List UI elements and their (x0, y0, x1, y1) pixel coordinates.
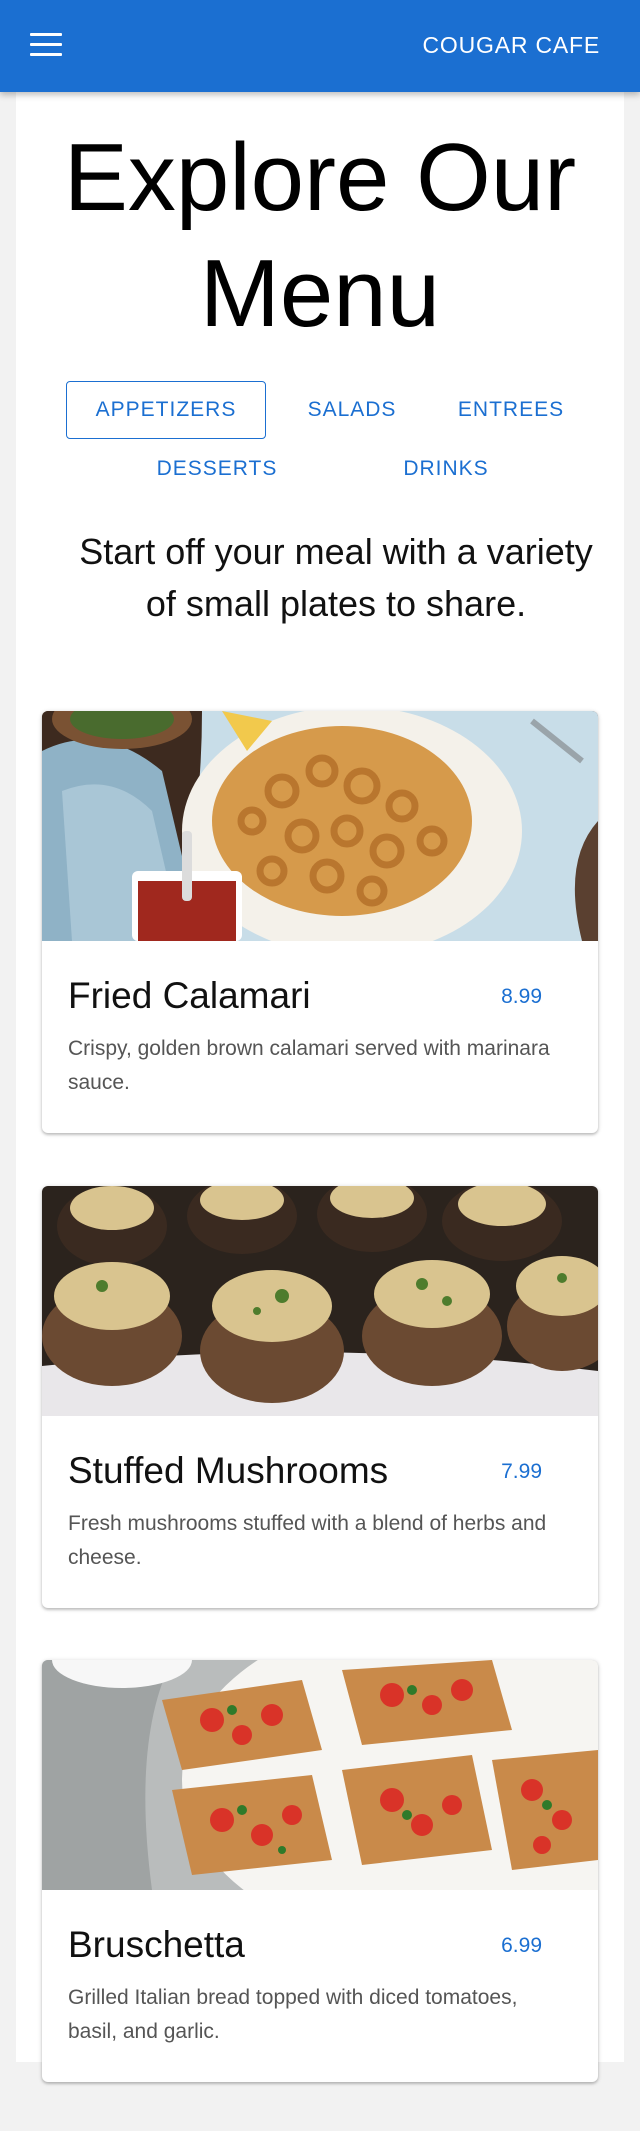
section-tagline: Start off your meal with a variety of sm… (79, 531, 593, 624)
menu-item-card[interactable]: Fried Calamari 8.99 Crispy, golden brown… (42, 711, 598, 1133)
menu-item-description: Fresh mushrooms stuffed with a blend of … (68, 1512, 547, 1569)
menu-item-card[interactable]: Bruschetta 6.99 Grilled Italian bread to… (42, 1660, 598, 2082)
menu-item-price: 6.99 (501, 1934, 542, 1957)
menu-page: Explore Our Menu APPETIZERS SALADS ENTRE… (16, 92, 624, 2082)
menu-item-card[interactable]: Stuffed Mushrooms 7.99 Fresh mushrooms s… (42, 1186, 598, 1608)
page-title-line-1: Explore Our (63, 124, 577, 231)
menu-item-name: Stuffed Mushrooms (68, 1450, 389, 1491)
menu-item-description: Grilled Italian bread topped with diced … (68, 1986, 518, 2043)
menu-item-description: Crispy, golden brown calamari served wit… (68, 1037, 550, 1094)
bruschetta-image (42, 1660, 598, 1890)
hamburger-menu-icon[interactable] (30, 33, 62, 57)
brand-title[interactable]: COUGAR CAFE (423, 32, 600, 59)
page-title: Explore Our Menu (16, 120, 624, 352)
app-bar: COUGAR CAFE (0, 0, 640, 92)
tab-desserts[interactable]: DESSERTS (132, 440, 302, 498)
page-title-line-2: Menu (199, 240, 441, 347)
menu-item-price: 7.99 (501, 1460, 542, 1483)
tab-entrees[interactable]: ENTREES (436, 381, 586, 439)
tab-appetizers[interactable]: APPETIZERS (66, 381, 266, 439)
menu-item-price: 8.99 (501, 985, 542, 1008)
tab-drinks[interactable]: DRINKS (376, 440, 516, 498)
tab-salads[interactable]: SALADS (292, 381, 412, 439)
fried-calamari-image (42, 711, 598, 941)
stuffed-mushrooms-image (42, 1186, 598, 1416)
menu-item-name: Bruschetta (68, 1924, 245, 1965)
menu-item-name: Fried Calamari (68, 975, 311, 1016)
